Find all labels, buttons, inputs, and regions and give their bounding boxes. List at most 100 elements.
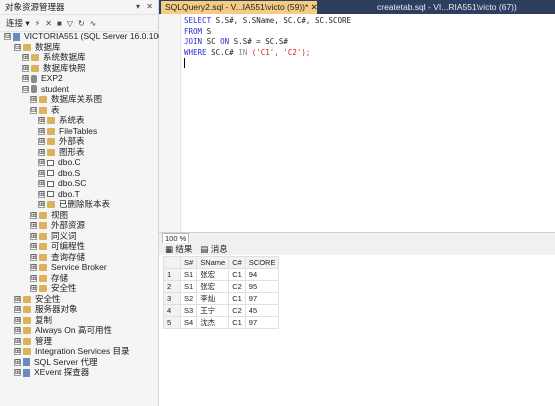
expand-icon[interactable]: ⊞ (30, 96, 37, 103)
expand-icon[interactable]: ⊞ (22, 75, 29, 82)
expand-icon[interactable]: ⊞ (38, 148, 45, 156)
column-header[interactable]: SName (196, 256, 230, 269)
grid-cell[interactable]: 张宏 (196, 280, 230, 293)
collapse-icon[interactable]: ⊟ (30, 106, 37, 114)
expand-icon[interactable]: ⊞ (30, 232, 37, 240)
tree-node[interactable]: ⊞ dbo.T (38, 189, 80, 200)
table-row[interactable]: 2 S1 张宏 C2 95 (163, 280, 280, 293)
tree-node[interactable]: ⊞ Integration Services 目录 (14, 346, 129, 357)
tree-node[interactable]: ⊞ EXP2 (22, 73, 63, 84)
grid-cell[interactable]: C1 (228, 268, 246, 281)
tree-node[interactable]: ⊞ SQL Server 代理 (14, 357, 97, 368)
tab-results[interactable]: ▦ 结果 (165, 243, 192, 255)
connect-icon[interactable]: ⚡ (35, 19, 41, 28)
tree-node[interactable]: ⊞ 复制 (14, 315, 52, 326)
tree-node[interactable]: ⊞ dbo.C (38, 157, 81, 168)
expand-icon[interactable]: ⊞ (38, 117, 45, 124)
tree-node[interactable]: ⊞ Always On 高可用性 (14, 325, 112, 336)
row-number[interactable]: 1 (163, 268, 181, 281)
row-number[interactable]: 4 (163, 304, 181, 317)
table-row[interactable]: 5 S4 沈杰 C1 97 (163, 316, 280, 329)
tree-node[interactable]: ⊞ 系统表 (38, 115, 85, 126)
expand-icon[interactable]: ⊞ (14, 295, 21, 303)
grid-cell[interactable]: S3 (179, 304, 198, 317)
tree-node[interactable]: ⊞ XEvent 探查器 (14, 367, 89, 378)
expand-icon[interactable]: ⊞ (38, 180, 45, 187)
tree-node[interactable]: ⊞ 可编程性 (30, 241, 85, 252)
grid-cell[interactable]: 97 (244, 292, 280, 305)
tree-node[interactable]: ⊞ 数据库关系图 (30, 94, 102, 105)
row-number[interactable]: 3 (163, 292, 181, 305)
expand-icon[interactable]: ⊞ (22, 64, 29, 72)
tree-node[interactable]: ⊞ 图形表 (38, 147, 85, 158)
tree-node[interactable]: ⊟ VICTORIA551 (SQL Server 16.0.1000.6 (4, 31, 175, 42)
table-row[interactable]: 4 S3 王宁 C2 45 (163, 304, 280, 317)
expand-icon[interactable]: ⊞ (22, 54, 29, 61)
grid-cell[interactable]: S4 (179, 316, 198, 329)
expand-icon[interactable]: ⊞ (38, 169, 45, 177)
expand-icon[interactable]: ⊞ (38, 138, 45, 145)
grid-cell[interactable]: 李灿 (196, 292, 230, 305)
collapse-icon[interactable]: ⊟ (22, 85, 29, 93)
expand-icon[interactable]: ⊞ (38, 159, 45, 166)
tree-node[interactable]: ⊟ student (22, 84, 69, 95)
tree-node[interactable]: ⊞ 已删除账本表 (38, 199, 110, 210)
tree-node[interactable]: ⊟ 数据库 (14, 42, 61, 53)
tree-node[interactable]: ⊞ 安全性 (14, 294, 61, 305)
grid-cell[interactable]: C2 (228, 280, 246, 293)
filter-icon[interactable]: ▽ (67, 19, 73, 28)
tree-node[interactable]: ⊞ 安全性 (30, 283, 77, 294)
disconnect-icon[interactable]: ✕ (45, 19, 52, 28)
tree-node[interactable]: ⊞ 服务器对象 (14, 304, 78, 315)
column-header[interactable]: SCORE (244, 256, 280, 269)
stop-icon[interactable]: ■ (57, 19, 62, 28)
table-row[interactable]: 1 S1 张宏 C1 94 (163, 268, 280, 281)
tree-node[interactable]: ⊞ 管理 (14, 336, 52, 347)
grid-cell[interactable]: C1 (228, 292, 246, 305)
column-header[interactable]: S# (179, 256, 198, 269)
tree-node[interactable]: ⊞ dbo.S (38, 168, 80, 179)
expand-icon[interactable]: ⊞ (30, 222, 37, 229)
row-number[interactable]: 2 (163, 280, 181, 293)
tree-node[interactable]: ⊞ dbo.SC (38, 178, 86, 189)
expand-icon[interactable]: ⊞ (14, 306, 21, 313)
tree-node[interactable]: ⊞ 外部资源 (30, 220, 85, 231)
grid-cell[interactable]: S1 (179, 280, 198, 293)
expand-icon[interactable]: ⊞ (14, 369, 21, 376)
expand-icon[interactable]: ⊞ (38, 201, 45, 208)
tree-node[interactable]: ⊞ 同义词 (30, 231, 77, 242)
grid-cell[interactable]: S2 (179, 292, 198, 305)
tree-node[interactable]: ⊞ 查询存储 (30, 252, 85, 263)
tab-messages[interactable]: ▤ 消息 (200, 243, 227, 255)
tree-node[interactable]: ⊞ 系统数据库 (22, 52, 86, 63)
grid-cell[interactable]: C2 (228, 304, 246, 317)
corner-cell[interactable] (163, 256, 181, 269)
tree-node[interactable]: ⊞ 外部表 (38, 136, 85, 147)
grid-cell[interactable]: S1 (179, 268, 198, 281)
expand-icon[interactable]: ⊞ (30, 253, 37, 261)
expand-icon[interactable]: ⊞ (38, 127, 45, 135)
grid-cell[interactable]: 张宏 (196, 268, 230, 281)
tree-node[interactable]: ⊞ FileTables (38, 126, 97, 137)
expand-icon[interactable]: ⊞ (14, 327, 21, 334)
expand-icon[interactable]: ⊞ (30, 285, 37, 292)
tab-sqlquery2[interactable]: SQLQuery2.sql - V...IA551\victo (59))* ✕ (161, 1, 317, 14)
connect-button[interactable]: 连接 ▾ (6, 17, 30, 29)
refresh-icon[interactable]: ↻ (78, 19, 85, 28)
tree-node[interactable]: ⊞ 数据库快照 (22, 63, 86, 74)
column-header[interactable]: C# (228, 256, 246, 269)
tab-createtab[interactable]: createtab.sql - VI...RIA551\victo (67)) (373, 1, 555, 14)
tree-node[interactable]: ⊟ 表 (30, 105, 60, 116)
expand-icon[interactable]: ⊞ (30, 274, 37, 282)
table-row[interactable]: 3 S2 李灿 C1 97 (163, 292, 280, 305)
panel-buttons[interactable]: ▾ ✕ (136, 0, 155, 14)
grid-cell[interactable]: C1 (228, 316, 246, 329)
expand-icon[interactable]: ⊞ (30, 211, 37, 219)
expand-icon[interactable]: ⊞ (14, 316, 21, 324)
activity-icon[interactable]: ∿ (90, 19, 97, 28)
collapse-icon[interactable]: ⊟ (14, 43, 21, 51)
sql-code[interactable]: SELECT S.S#, S.SName, SC.C#, SC.SCORE FR… (184, 16, 351, 69)
expand-icon[interactable]: ⊞ (38, 190, 45, 198)
expand-icon[interactable]: ⊞ (14, 348, 21, 355)
grid-cell[interactable]: 94 (244, 268, 280, 281)
